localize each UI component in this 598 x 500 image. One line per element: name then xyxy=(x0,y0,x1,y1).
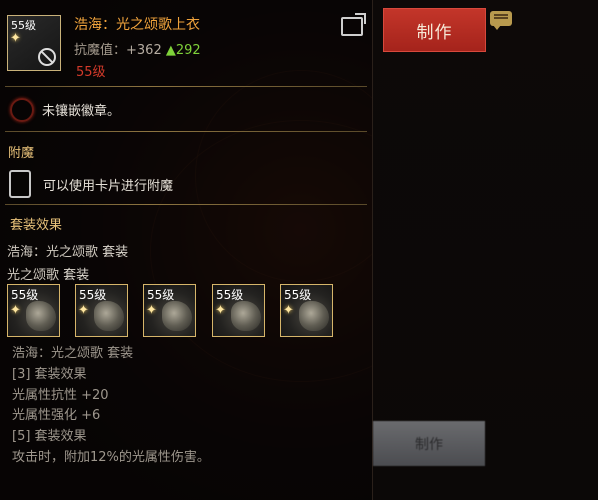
set-name: 浩海：光之颂歌 xyxy=(7,245,99,260)
set-effect-line: 攻击时，附加12%的光属性伤害。 xyxy=(12,449,210,465)
set-effect-header: 套装效果 xyxy=(10,218,63,233)
sparkle-icon: ✦ xyxy=(146,303,157,318)
set-effects-list: 浩海：光之颂歌 套装 [3] 套装效果 光属性抗性 +20 光属性强化 +6 [… xyxy=(12,344,210,469)
enchant-hint: 可以使用卡片进行附魔 xyxy=(43,179,174,194)
divider xyxy=(5,86,367,87)
set-name-line: 浩海：光之颂歌 套装 xyxy=(7,241,128,260)
enchant-card-slot[interactable] xyxy=(9,170,31,198)
set-effect-line: [3] 套装效果 xyxy=(12,366,87,382)
sparkle-icon: ✦ xyxy=(10,31,21,46)
no-trade-icon xyxy=(38,48,56,66)
set-piece-slot[interactable]: 55级 ✦ xyxy=(280,284,333,337)
game-screen: 制作 制作 55级 ✦ 浩海：光之颂歌上衣 抗魔值：+362 ▲292 55级 … xyxy=(0,0,598,500)
stat-value: +362 xyxy=(126,43,162,58)
sparkle-icon: ✦ xyxy=(283,303,294,318)
item-stat-line: 抗魔值：+362 ▲292 xyxy=(74,39,201,58)
required-level: 55级 xyxy=(76,65,106,80)
divider xyxy=(5,204,367,205)
set-effect-line: [5] 套装效果 xyxy=(12,429,87,445)
sparkle-icon: ✦ xyxy=(10,303,21,318)
share-icon[interactable] xyxy=(341,13,366,36)
badge-slot-icon[interactable] xyxy=(10,98,34,122)
chat-bubble-icon[interactable] xyxy=(490,11,512,30)
subset-name-line: 光之颂歌 套装 xyxy=(7,264,89,283)
stat-label: 抗魔值： xyxy=(74,43,127,58)
set-piece-slot[interactable]: 55级 ✦ xyxy=(7,284,60,337)
item-icon-slot[interactable]: 55级 ✦ xyxy=(7,15,61,71)
armor-piece-icon xyxy=(26,301,56,331)
item-name: 浩海：光之颂歌上衣 xyxy=(74,17,200,33)
armor-piece-icon xyxy=(299,301,329,331)
armor-piece-icon xyxy=(94,301,124,331)
armor-piece-icon xyxy=(162,301,192,331)
subset-label: 套装 xyxy=(63,268,90,283)
craft-button-disabled: 制作 xyxy=(373,421,485,466)
sparkle-icon: ✦ xyxy=(215,303,226,318)
badge-status-text: 未镶嵌徽章。 xyxy=(42,104,121,119)
sparkle-icon: ✦ xyxy=(78,303,89,318)
set-effect-line: 光属性强化 +6 xyxy=(12,408,101,424)
divider xyxy=(5,131,367,132)
set-piece-slot[interactable]: 55级 ✦ xyxy=(212,284,265,337)
set-effect-line: 光属性抗性 +20 xyxy=(12,387,109,403)
craft-button[interactable]: 制作 xyxy=(383,8,486,52)
set-piece-slot[interactable]: 55级 ✦ xyxy=(75,284,128,337)
item-tooltip-panel: 55级 ✦ 浩海：光之颂歌上衣 抗魔值：+362 ▲292 55级 未镶嵌徽章。… xyxy=(0,0,372,500)
set-label: 套装 xyxy=(102,245,129,260)
set-piece-slot[interactable]: 55级 ✦ xyxy=(143,284,196,337)
armor-piece-icon xyxy=(231,301,261,331)
enchant-header: 附魔 xyxy=(8,146,35,161)
set-effects-title: 浩海：光之颂歌 套装 xyxy=(12,346,134,361)
stat-increase: ▲292 xyxy=(165,43,201,58)
subset-name: 光之颂歌 xyxy=(7,268,60,283)
